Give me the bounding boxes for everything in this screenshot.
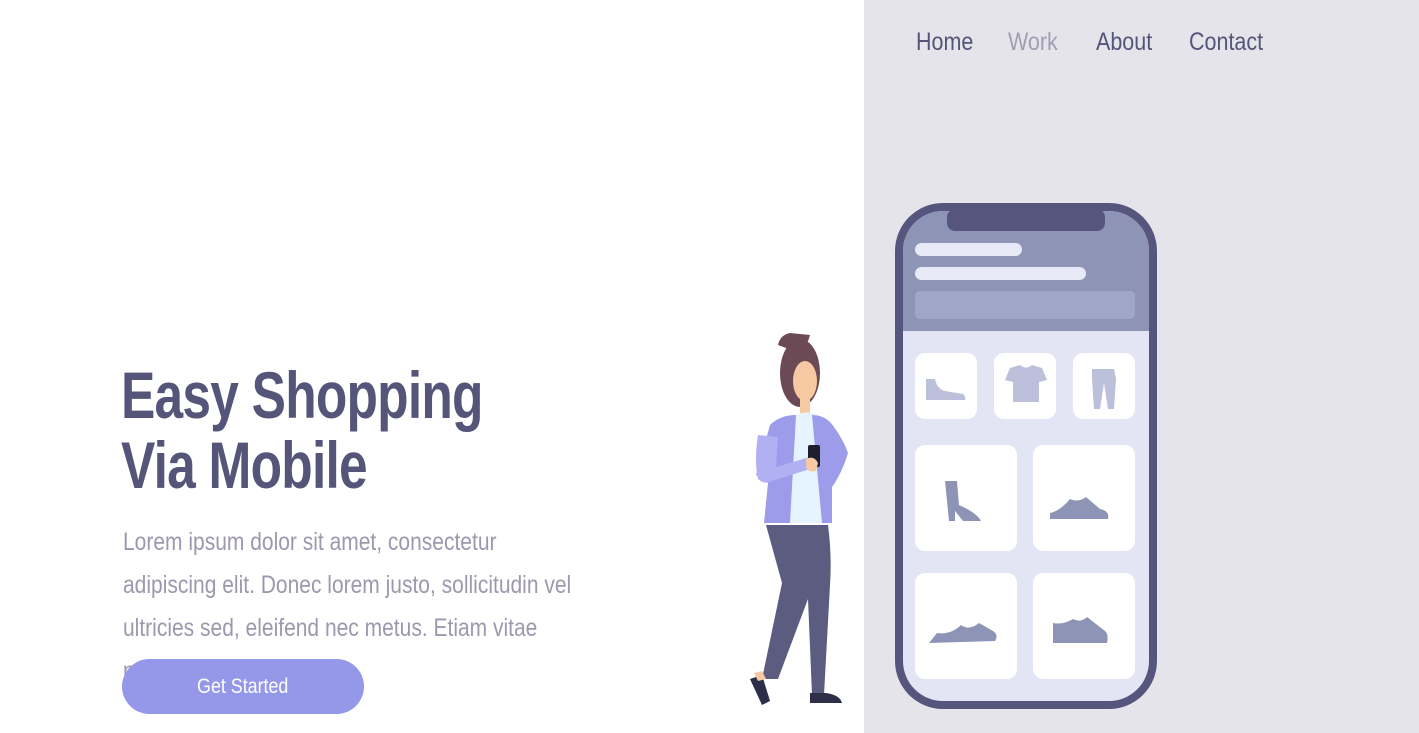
hero-title-line1: Easy Shopping xyxy=(121,358,483,432)
nav-work[interactable]: Work xyxy=(1008,28,1058,57)
woman-illustration xyxy=(750,333,848,705)
nav-home[interactable]: Home xyxy=(916,28,973,57)
shopping-illustration xyxy=(750,203,1157,709)
hero-title: Easy Shopping Via Mobile xyxy=(121,360,483,500)
phone-illustration xyxy=(895,203,1157,709)
get-started-label: Get Started xyxy=(197,674,289,698)
hero-title-line2: Via Mobile xyxy=(121,428,368,502)
nav-contact[interactable]: Contact xyxy=(1189,28,1263,57)
get-started-button[interactable]: Get Started xyxy=(122,659,364,714)
nav-about[interactable]: About xyxy=(1096,28,1152,57)
